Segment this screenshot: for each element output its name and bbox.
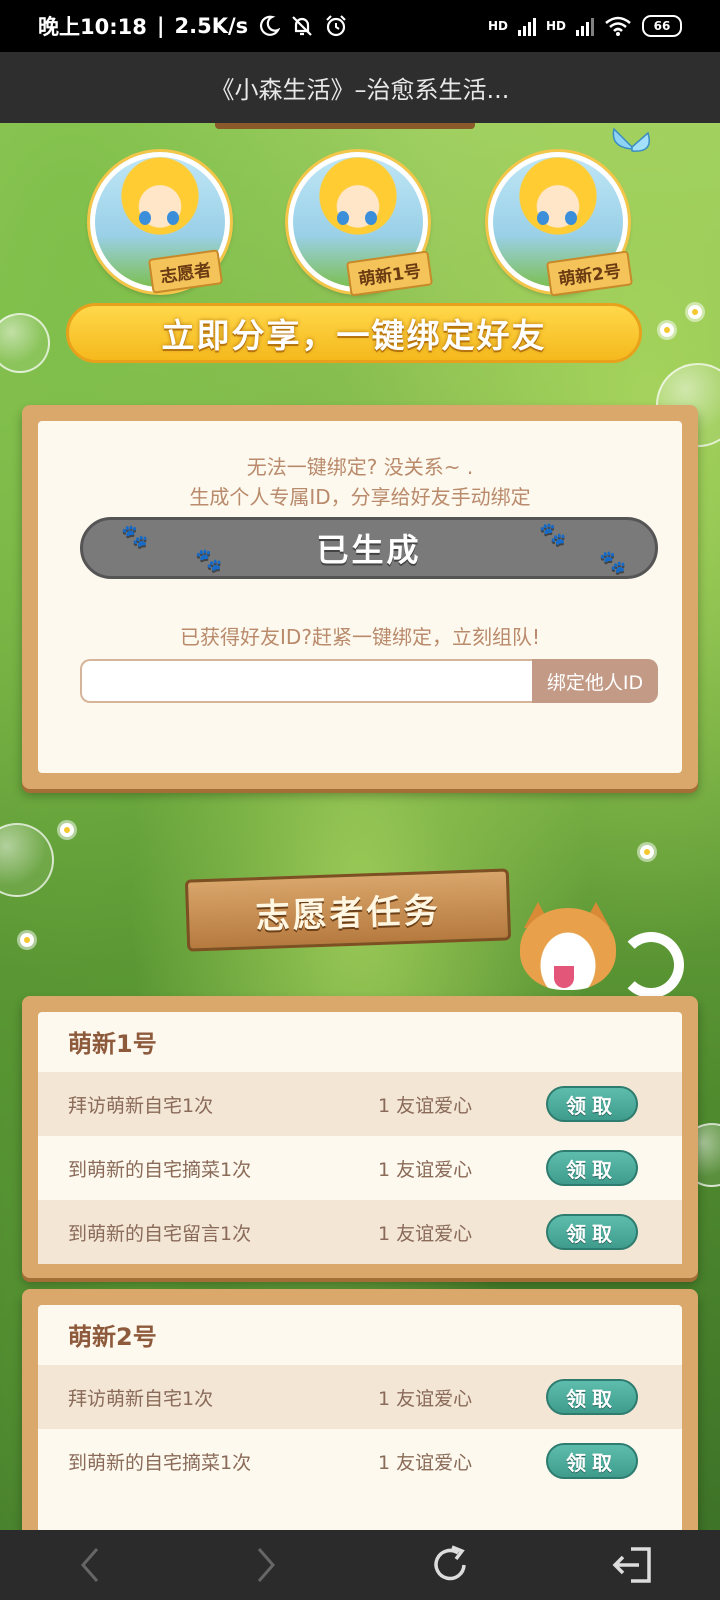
flower-decoration: [20, 933, 34, 947]
alarm-icon: [326, 15, 346, 37]
back-button[interactable]: [40, 1530, 140, 1600]
dog-tongue: [554, 966, 574, 988]
task-name: 拜访萌新自宅1次: [68, 1094, 214, 1117]
signal-bars-icon: [517, 16, 536, 36]
paw-icon: 🐾: [539, 522, 570, 547]
task-group-title: 萌新2号: [68, 1323, 157, 1351]
bind-hint-line-1: 无法一键绑定? 没关系~ .: [246, 455, 474, 479]
battery-indicator: 66: [642, 15, 682, 37]
paw-icon: 🐾: [121, 524, 152, 549]
bubble-decoration: [0, 823, 54, 897]
signal-bars-icon-2: [576, 16, 594, 36]
task-row: 拜访萌新自宅1次 1 友谊爱心 领取: [38, 1072, 682, 1136]
flower-decoration: [640, 845, 654, 859]
share-bind-button[interactable]: 立即分享，一键绑定好友: [66, 303, 642, 363]
task-reward: 1 友谊爱心: [378, 1222, 473, 1245]
dog-tail: [618, 932, 684, 998]
task-reward: 1 友谊爱心: [378, 1094, 473, 1117]
forward-button[interactable]: [216, 1530, 316, 1600]
friend-id-input[interactable]: [80, 659, 532, 703]
task-reward: 1 友谊爱心: [378, 1451, 473, 1474]
claim-button[interactable]: 领取: [546, 1086, 638, 1122]
claim-button[interactable]: 领取: [546, 1214, 638, 1250]
task-row: 到萌新的自宅留言1次 1 友谊爱心 领取: [38, 1200, 682, 1264]
paw-icon: 🐾: [599, 550, 630, 575]
signal-hd-1: HD: [487, 19, 508, 33]
page-title-bar: 《小森生活》–治愈系生活...: [0, 52, 720, 123]
page-title: 《小森生活》–治愈系生活...: [210, 76, 510, 104]
flower-decoration: [60, 823, 74, 837]
generate-id-label: 已生成: [316, 531, 422, 569]
back-icon: [81, 1548, 99, 1582]
task-row: 拜访萌新自宅1次 1 友谊爱心 领取: [38, 1365, 682, 1429]
bind-panel-inner: 无法一键绑定? 没关系~ . 生成个人专属ID，分享给好友手动绑定 🐾 🐾 🐾 …: [38, 421, 682, 773]
bind-friend-id-button[interactable]: 绑定他人ID: [532, 659, 658, 703]
forward-icon: [257, 1548, 275, 1582]
avatar-eye: [139, 211, 151, 225]
avatar-eye: [565, 211, 577, 225]
status-bar: 晚上10:18 | 2.5K/s HD HD 66: [0, 0, 720, 52]
friend-id-hint: 已获得好友ID?赶紧一键绑定，立刻组队!: [180, 625, 540, 649]
task-panel-newbie-1: 萌新1号 拜访萌新自宅1次 1 友谊爱心 领取 到萌新的自宅摘菜1次 1 友谊爱…: [22, 996, 698, 1278]
avatar-eye: [537, 211, 549, 225]
task-row: 到萌新的自宅摘菜1次 1 友谊爱心 领取: [38, 1136, 682, 1200]
avatar-eye: [167, 211, 179, 225]
task-panel-inner: 萌新2号 拜访萌新自宅1次 1 友谊爱心 领取 到萌新的自宅摘菜1次 1 友谊爱…: [38, 1305, 682, 1533]
top-wood-edge: [215, 123, 475, 129]
refresh-icon: [434, 1545, 466, 1581]
task-panel-newbie-2: 萌新2号 拜访萌新自宅1次 1 友谊爱心 领取 到萌新的自宅摘菜1次 1 友谊爱…: [22, 1289, 698, 1549]
browser-nav-bar: [0, 1530, 720, 1600]
task-name: 拜访萌新自宅1次: [68, 1387, 214, 1410]
moon-icon: [260, 15, 281, 36]
signal-hd-2: HD: [545, 19, 566, 33]
avatar-eye: [365, 211, 377, 225]
status-divider: |: [156, 14, 165, 38]
bubble-decoration: [0, 313, 50, 373]
claim-button[interactable]: 领取: [546, 1443, 638, 1479]
task-name: 到萌新的自宅摘菜1次: [68, 1158, 252, 1181]
paw-icon: 🐾: [195, 548, 226, 573]
status-time: 晚上10:18: [38, 15, 147, 39]
volunteer-task-sign: 志愿者任务: [184, 868, 512, 952]
generate-id-button[interactable]: 🐾 🐾 🐾 🐾 已生成: [80, 517, 658, 579]
flower-decoration: [660, 323, 674, 337]
task-reward: 1 友谊爱心: [378, 1387, 473, 1410]
claim-button[interactable]: 领取: [546, 1379, 638, 1415]
status-net-speed: 2.5K/s: [174, 14, 249, 38]
exit-icon: [612, 1547, 651, 1583]
exit-button[interactable]: [582, 1530, 682, 1600]
bell-off-icon: [292, 16, 312, 36]
avatar-eye: [337, 211, 349, 225]
task-name: 到萌新的自宅留言1次: [68, 1222, 252, 1245]
task-name: 到萌新的自宅摘菜1次: [68, 1451, 252, 1474]
bind-hint-line-2: 生成个人专属ID，分享给好友手动绑定: [189, 485, 531, 509]
wifi-icon: [605, 16, 631, 36]
task-panel-inner: 萌新1号 拜访萌新自宅1次 1 友谊爱心 领取 到萌新的自宅摘菜1次 1 友谊爱…: [38, 1012, 682, 1264]
butterfly-icon: [612, 127, 650, 152]
claim-button[interactable]: 领取: [546, 1150, 638, 1186]
task-group-title: 萌新1号: [68, 1030, 157, 1058]
task-row: 到萌新的自宅摘菜1次 1 友谊爱心 领取: [38, 1429, 682, 1493]
task-reward: 1 友谊爱心: [378, 1158, 473, 1181]
flower-decoration: [688, 305, 702, 319]
refresh-button[interactable]: [400, 1530, 500, 1600]
bind-panel: 无法一键绑定? 没关系~ . 生成个人专属ID，分享给好友手动绑定 🐾 🐾 🐾 …: [22, 405, 698, 789]
